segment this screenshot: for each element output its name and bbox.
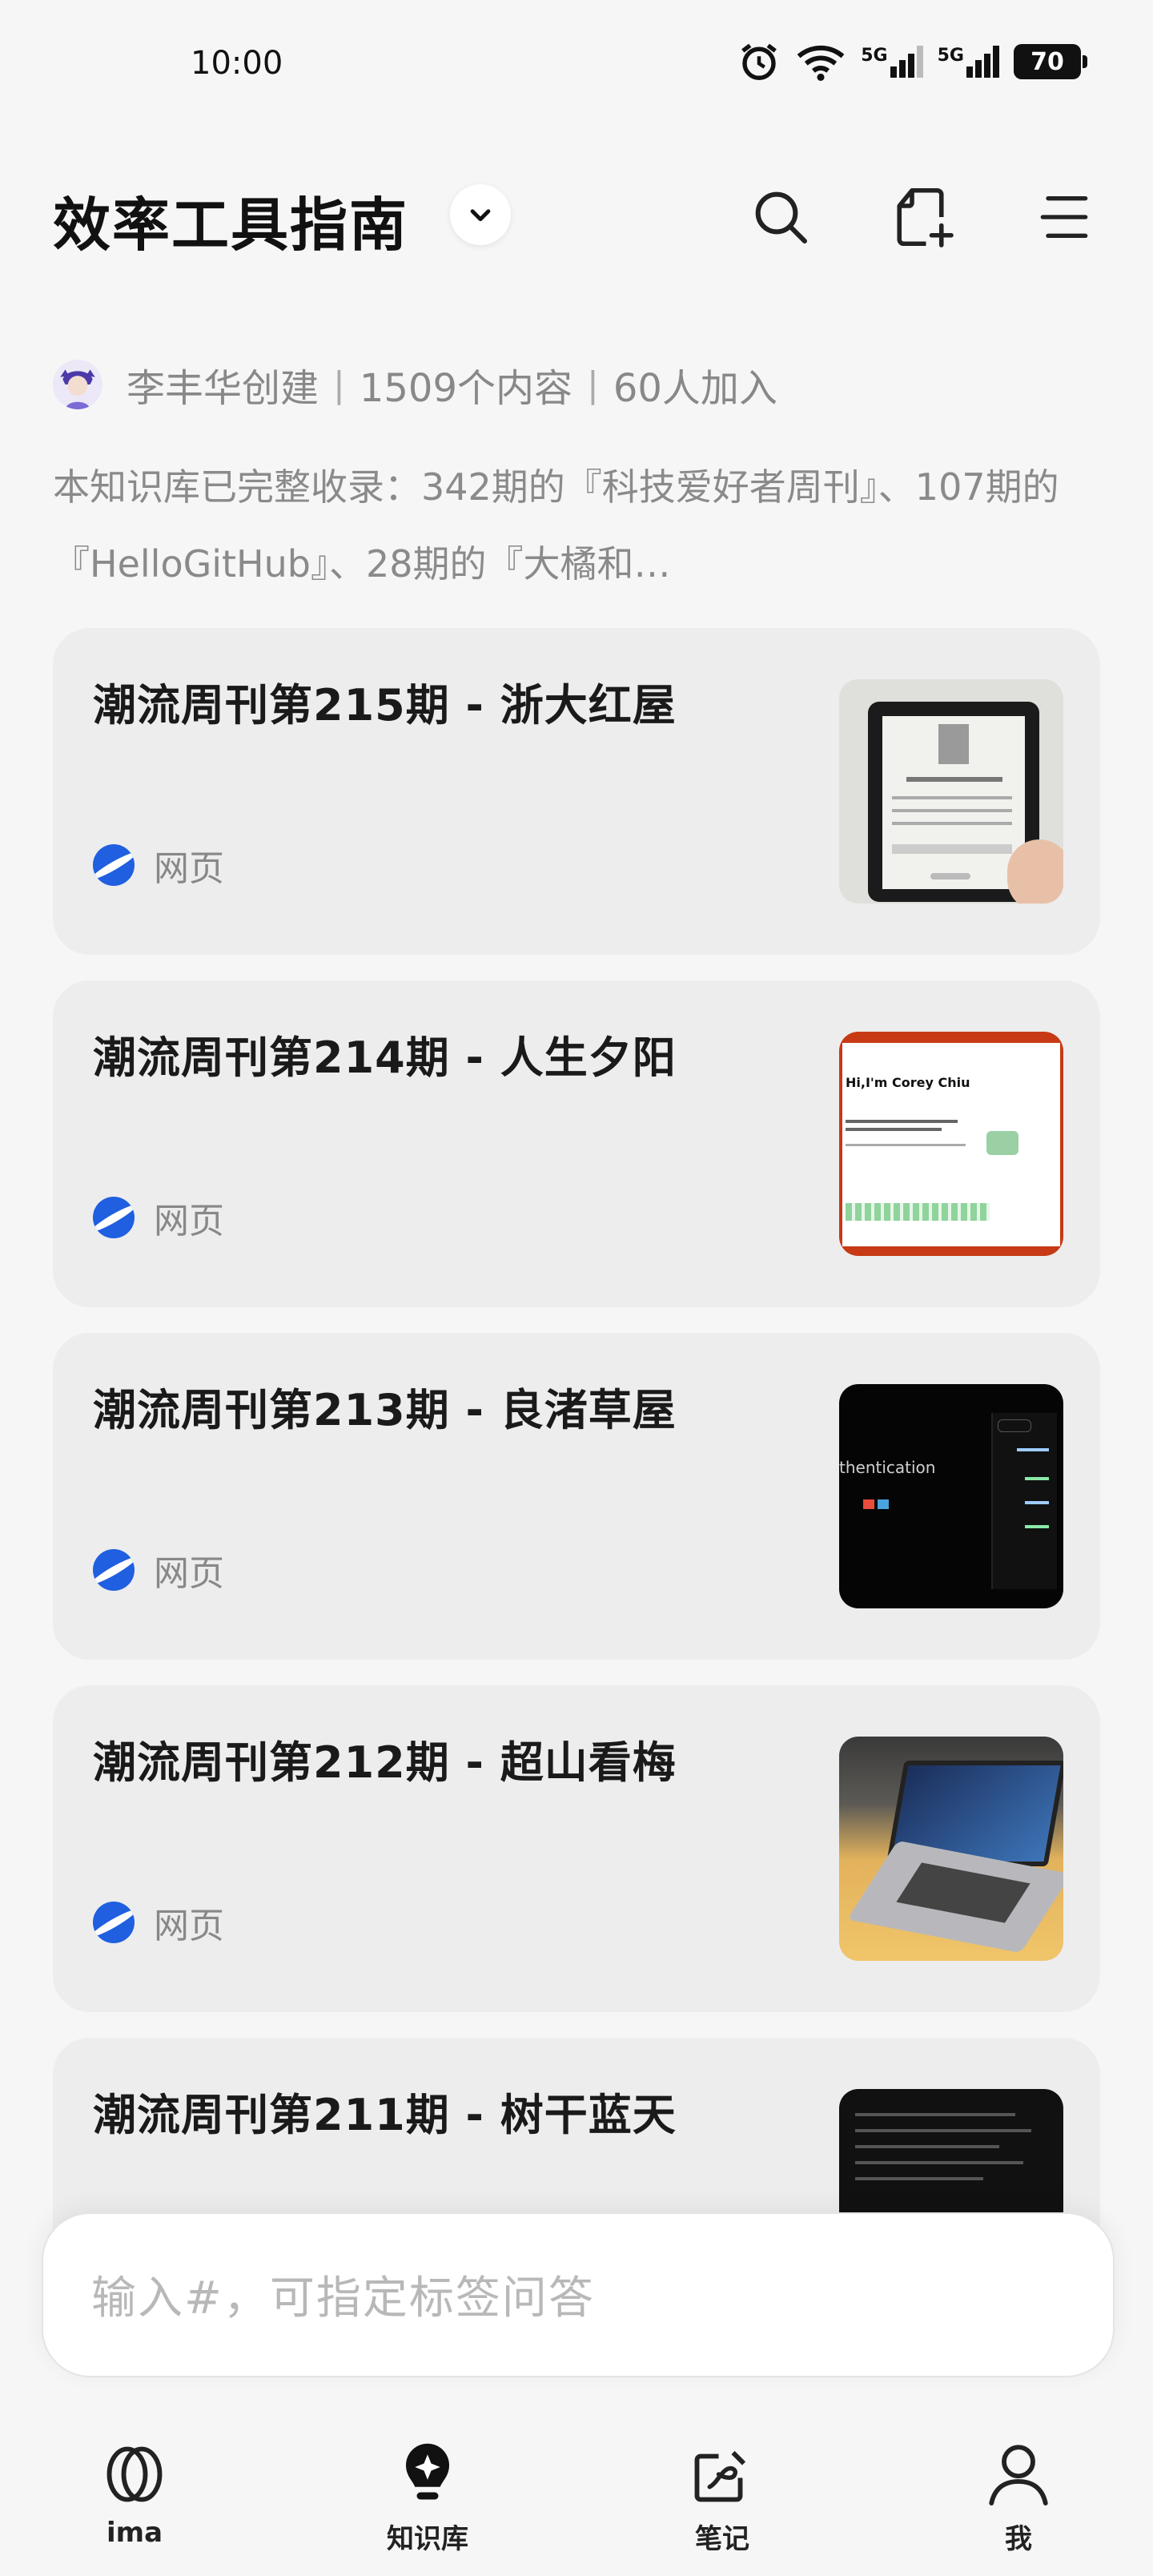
search-button[interactable]	[745, 181, 817, 253]
avatar-icon	[53, 360, 102, 409]
webpage-icon	[93, 1902, 135, 1943]
thumbnail-text: Hi,I'm Corey Chiu	[846, 1075, 970, 1090]
avatar[interactable]	[53, 360, 102, 409]
tab-ima[interactable]: ima	[54, 2438, 215, 2549]
knowledge-base-icon	[406, 2443, 449, 2500]
knowledge-base-meta: 李丰华创建 | 1509个内容 | 60人加入	[53, 352, 777, 417]
tab-label: 我	[1005, 2523, 1032, 2555]
list-item[interactable]: 潮流周刊第213期 - 良渚草屋 网页 thentication	[53, 1333, 1100, 1660]
header: 效率工具指南	[0, 168, 1153, 264]
signal-5g-1: 5G	[861, 46, 923, 78]
divider: |	[587, 364, 599, 405]
tab-knowledge-base[interactable]: 知识库	[348, 2438, 508, 2556]
card-tag-label: 网页	[154, 1553, 224, 1594]
creator-label: 李丰华创建	[127, 366, 319, 411]
webpage-icon	[93, 844, 135, 886]
profile-icon	[989, 2445, 1048, 2506]
new-document-icon	[897, 187, 954, 248]
page-title: 效率工具指南	[53, 191, 409, 259]
card-source-tag: 网页	[93, 1544, 224, 1596]
ask-input-placeholder: 输入#，可指定标签问答	[91, 2272, 595, 2324]
card-thumbnail	[839, 679, 1063, 904]
list-item[interactable]: 潮流周刊第214期 - 人生夕阳 网页 Hi,I'm Corey Chiu	[53, 980, 1100, 1307]
card-title: 潮流周刊第211期 - 树干蓝天	[93, 2090, 677, 2140]
card-title: 潮流周刊第212期 - 超山看梅	[93, 1737, 677, 1788]
content-count: 1509个内容	[359, 366, 573, 411]
new-document-button[interactable]	[887, 181, 959, 253]
card-thumbnail: thentication	[839, 1384, 1063, 1608]
tab-notes[interactable]: 笔记	[642, 2438, 802, 2556]
member-count: 60人加入	[613, 366, 777, 411]
card-tag-label: 网页	[154, 1906, 224, 1946]
tab-label: 知识库	[387, 2523, 468, 2555]
card-title: 潮流周刊第215期 - 浙大红屋	[93, 680, 677, 731]
card-source-tag: 网页	[93, 1192, 224, 1243]
battery-indicator: 70	[1014, 44, 1087, 79]
title-dropdown-button[interactable]	[450, 184, 511, 245]
status-time: 10:00	[191, 45, 283, 82]
note-icon	[694, 2450, 746, 2502]
tab-label: ima	[106, 2517, 163, 2549]
list-item[interactable]: 潮流周刊第215期 - 浙大红屋 网页	[53, 628, 1100, 955]
ask-input[interactable]: 输入#，可指定标签问答	[42, 2212, 1115, 2377]
alarm-icon	[741, 43, 777, 80]
status-bar: 10:00 5G 5G 70	[0, 0, 1153, 136]
wifi-icon	[797, 46, 845, 81]
card-thumbnail: Hi,I'm Corey Chiu	[839, 1032, 1063, 1256]
search-icon	[755, 191, 807, 244]
network-label: 5G	[937, 46, 964, 66]
menu-icon	[1040, 196, 1088, 238]
card-title: 潮流周刊第213期 - 良渚草屋	[93, 1385, 677, 1435]
card-tag-label: 网页	[154, 1201, 224, 1242]
divider: |	[333, 364, 345, 405]
knowledge-base-description[interactable]: 本知识库已完整收录：342期的『科技爱好者周刊』、107期的『HelloGitH…	[53, 449, 1086, 602]
webpage-icon	[93, 1197, 135, 1238]
network-label: 5G	[861, 46, 888, 66]
card-title: 潮流周刊第214期 - 人生夕阳	[93, 1032, 677, 1083]
ima-logo-icon	[106, 2446, 163, 2502]
card-source-tag: 网页	[93, 839, 224, 891]
tab-label: 笔记	[695, 2523, 749, 2555]
webpage-icon	[93, 1549, 135, 1591]
thumbnail-text: thentication	[839, 1458, 936, 1477]
card-tag-label: 网页	[154, 848, 224, 889]
card-thumbnail	[839, 1737, 1063, 1961]
menu-button[interactable]	[1028, 181, 1100, 253]
bottom-tab-bar: ima 知识库 笔记 我	[0, 2403, 1153, 2576]
chevron-down-icon	[470, 209, 491, 222]
tab-me[interactable]: 我	[938, 2438, 1099, 2556]
card-source-tag: 网页	[93, 1897, 224, 1948]
list-item[interactable]: 潮流周刊第212期 - 超山看梅 网页	[53, 1685, 1100, 2012]
signal-5g-2: 5G	[938, 46, 999, 78]
status-icons: 5G 5G 70	[737, 40, 1087, 83]
